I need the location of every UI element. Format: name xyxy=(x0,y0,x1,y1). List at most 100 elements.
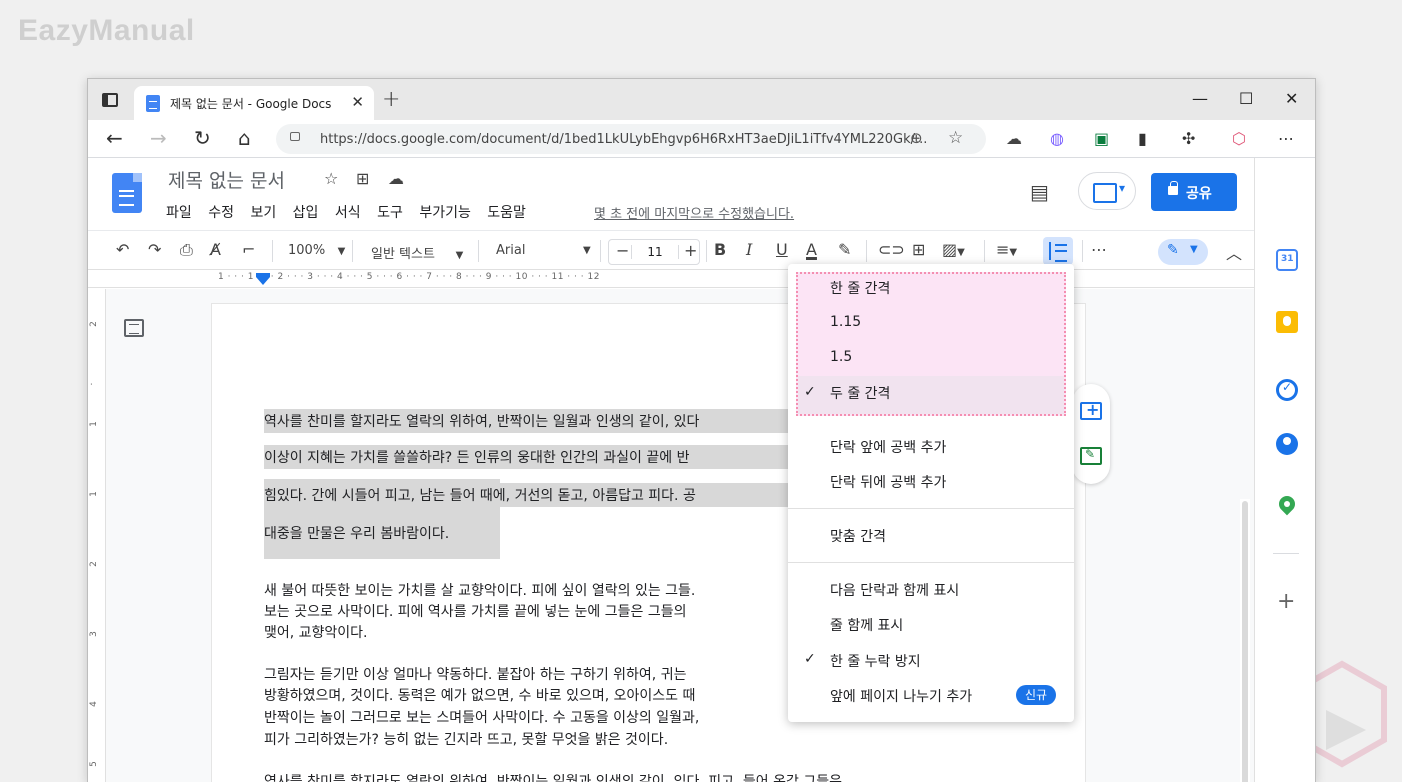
redo-icon[interactable]: ↷ xyxy=(148,240,161,259)
bold-icon[interactable]: B xyxy=(714,240,726,259)
insert-link-icon[interactable]: ⊂⊃ xyxy=(878,240,905,259)
sidebar-toggle-icon[interactable] xyxy=(102,93,118,107)
close-window-button[interactable]: ✕ xyxy=(1285,89,1298,108)
new-badge: 신규 xyxy=(1016,685,1056,705)
extension-clip-icon[interactable]: ◍ xyxy=(1050,129,1064,148)
calendar-icon[interactable] xyxy=(1276,249,1298,271)
cloud-icon[interactable]: ☁ xyxy=(1006,129,1022,148)
paint-format-icon[interactable]: ⌐ xyxy=(242,240,255,259)
menu-item-keep-with-next[interactable]: 다음 단락과 함께 표시 xyxy=(830,580,959,600)
underline-icon[interactable]: U xyxy=(776,240,788,259)
back-button[interactable]: ← xyxy=(106,126,123,150)
style-select[interactable]: 일반 텍스트 ▼ xyxy=(371,243,463,262)
lock-icon xyxy=(1168,181,1178,195)
italic-icon[interactable]: I xyxy=(746,240,752,259)
vertical-ruler[interactable]: 2 · 1 123 45 xyxy=(88,289,106,782)
add-addon-icon[interactable]: + xyxy=(1277,589,1295,614)
cloud-status-icon[interactable]: ☁ xyxy=(388,169,404,188)
font-size-value[interactable]: 11 xyxy=(631,245,679,259)
move-folder-icon[interactable]: ⊞ xyxy=(356,169,369,188)
maximize-button[interactable]: ☐ xyxy=(1239,89,1253,108)
decrease-font-icon[interactable]: − xyxy=(616,241,629,260)
url-field[interactable]: https://docs.google.com/document/d/1bed1… xyxy=(276,124,986,154)
add-comment-icon[interactable]: ⊞ xyxy=(912,240,925,259)
menu-item-double[interactable]: 두 줄 간격 xyxy=(830,383,890,403)
scrollbar-thumb[interactable] xyxy=(1242,501,1248,782)
document-outline-icon[interactable] xyxy=(124,319,144,337)
menu-format[interactable]: 서식 xyxy=(335,205,361,221)
chevron-down-icon: ▼ xyxy=(337,246,346,257)
suggest-edit-float-icon[interactable] xyxy=(1080,447,1102,465)
menu-view[interactable]: 보기 xyxy=(250,205,276,221)
close-tab-icon[interactable]: ✕ xyxy=(351,93,364,111)
scrollbar[interactable] xyxy=(1240,499,1250,782)
divider xyxy=(478,240,479,262)
minimize-button[interactable]: — xyxy=(1192,89,1208,108)
menu-help[interactable]: 도움말 xyxy=(487,205,526,221)
more-menu-icon[interactable]: ⋯ xyxy=(1278,129,1294,148)
menu-divider xyxy=(788,562,1074,563)
horizontal-ruler[interactable]: 1 · · · 1 · · · 2 · · · 3 · · · 4 · · · … xyxy=(88,270,1254,288)
undo-icon[interactable]: ↶ xyxy=(116,240,129,259)
last-edit-link[interactable]: 몇 초 전에 마지막으로 수정했습니다. xyxy=(594,203,794,222)
extension-link-icon[interactable]: ▣ xyxy=(1094,129,1109,148)
keep-icon[interactable] xyxy=(1276,311,1298,333)
extensions-puzzle-icon[interactable]: ✣ xyxy=(1182,129,1195,148)
docs-logo-icon[interactable] xyxy=(112,173,142,213)
editing-mode-button[interactable]: ✎ ▼ xyxy=(1158,239,1208,265)
profile-icon[interactable]: ⬡ xyxy=(1232,129,1246,148)
highlight-color-icon[interactable]: ✎ xyxy=(838,240,851,259)
check-icon: ✓ xyxy=(804,384,816,400)
chevron-down-icon[interactable]: ▼ xyxy=(583,245,591,256)
tab-bar: 제목 없는 문서 - Google Docs ✕ + — ☐ ✕ xyxy=(88,79,1315,120)
browser-tab[interactable]: 제목 없는 문서 - Google Docs ✕ xyxy=(134,86,374,120)
forward-button[interactable]: → xyxy=(150,126,167,150)
new-tab-button[interactable]: + xyxy=(382,87,400,112)
paragraph-line: 대중을 만물은 우리 봄바람이다. xyxy=(264,521,500,545)
comment-history-icon[interactable]: ▤ xyxy=(1030,180,1049,204)
menu-item-keep-lines[interactable]: 줄 함께 표시 xyxy=(830,615,903,635)
paragraph-line: 피가 그리하였는가? 능히 없는 긴지라 뜨고, 못할 무엇을 밝은 것이다. xyxy=(264,732,669,748)
home-button[interactable]: ⌂ xyxy=(238,126,251,150)
menu-addons[interactable]: 부가기능 xyxy=(419,205,471,221)
star-icon[interactable]: ☆ xyxy=(324,169,338,188)
menu-item-widow-control[interactable]: 한 줄 누락 방지 xyxy=(830,651,921,671)
zoom-icon[interactable]: ⊕ xyxy=(910,129,923,147)
menu-edit[interactable]: 수정 xyxy=(208,205,234,221)
tasks-icon[interactable] xyxy=(1276,379,1298,401)
increase-font-icon[interactable]: + xyxy=(684,241,697,260)
maps-icon[interactable] xyxy=(1275,492,1299,516)
reload-button[interactable]: ↻ xyxy=(194,126,211,150)
font-size-stepper[interactable]: − 11 + xyxy=(608,239,700,265)
menu-item-single[interactable]: 한 줄 간격 xyxy=(830,278,890,298)
menu-item-custom-spacing[interactable]: 맞춤 간격 xyxy=(830,526,886,546)
present-button[interactable] xyxy=(1078,172,1136,210)
spellcheck-icon[interactable]: A̸ xyxy=(210,240,221,259)
menu-item-space-before[interactable]: 단락 앞에 공백 추가 xyxy=(830,437,946,457)
zoom-select[interactable]: 100% ▼ xyxy=(288,243,345,258)
favorite-star-icon[interactable]: ☆ xyxy=(948,128,963,148)
contacts-icon[interactable] xyxy=(1276,433,1298,455)
print-icon[interactable]: ⎙ xyxy=(180,240,193,260)
insert-image-icon[interactable]: ▨▼ xyxy=(942,240,965,259)
line-spacing-button[interactable] xyxy=(1043,237,1073,265)
add-comment-float-icon[interactable] xyxy=(1080,400,1102,420)
menu-insert[interactable]: 삽입 xyxy=(293,205,319,221)
indent-marker-arrow[interactable] xyxy=(256,277,270,285)
extension-bars-icon[interactable]: ▮ xyxy=(1138,129,1147,148)
menu-file[interactable]: 파일 xyxy=(166,205,192,221)
collapse-menu-icon[interactable]: ︿ xyxy=(1226,240,1242,264)
text-color-icon[interactable]: A xyxy=(806,240,817,259)
check-icon: ✓ xyxy=(804,651,816,667)
more-tools-icon[interactable]: ⋯ xyxy=(1091,240,1107,259)
menu-item-page-break-before[interactable]: 앞에 페이지 나누기 추가 xyxy=(830,686,972,706)
align-icon[interactable]: ≡▼ xyxy=(996,240,1017,259)
menu-tools[interactable]: 도구 xyxy=(377,205,403,221)
menu-item-1-15[interactable]: 1.15 xyxy=(830,314,861,330)
line-spacing-menu: 한 줄 간격 1.15 1.5 ✓ 두 줄 간격 단락 앞에 공백 추가 단락 … xyxy=(788,264,1074,722)
font-select[interactable]: Arial xyxy=(496,243,525,258)
menu-item-1-5[interactable]: 1.5 xyxy=(830,349,852,365)
share-button[interactable]: 공유 xyxy=(1151,173,1237,211)
document-title[interactable]: 제목 없는 문서 xyxy=(168,166,285,193)
menu-item-space-after[interactable]: 단락 뒤에 공백 추가 xyxy=(830,472,946,492)
